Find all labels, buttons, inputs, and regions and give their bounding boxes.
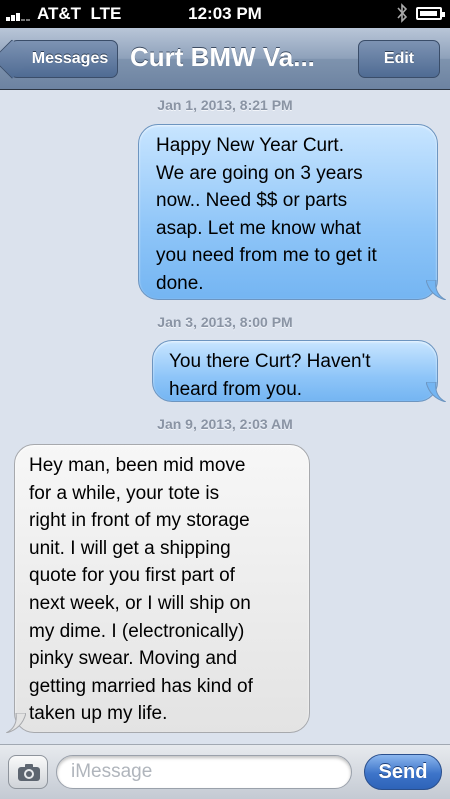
message-line: done. — [156, 272, 204, 294]
message-line: We are going on 3 years — [156, 162, 363, 184]
bluetooth-icon — [397, 3, 408, 23]
camera-icon — [18, 764, 40, 781]
message-line: heard from you. — [169, 378, 303, 400]
status-bar: AT&T LTE 12:03 PM — [0, 0, 450, 28]
edit-button[interactable]: Edit — [358, 40, 440, 78]
message-timestamp: Jan 3, 2013, 8:00 PM — [157, 314, 293, 330]
message-line: for a while, your tote is — [29, 482, 220, 504]
message-line: you need from me to get it — [156, 245, 377, 267]
message-timestamp: Jan 1, 2013, 8:21 PM — [157, 97, 293, 113]
battery-icon — [416, 7, 445, 20]
message-line: pinky swear. Moving and — [29, 648, 238, 670]
camera-button[interactable] — [8, 755, 48, 789]
message-line: You there Curt? Haven't — [169, 351, 371, 372]
sent-message-bubble[interactable]: You there Curt? Haven't heard from you. — [152, 340, 446, 402]
message-line: right in front of my storage — [29, 510, 250, 532]
sent-message-bubble[interactable]: Happy New Year Curt. We are going on 3 y… — [138, 124, 446, 300]
back-button-label: Messages — [31, 50, 109, 67]
send-button[interactable]: Send — [364, 754, 442, 790]
message-line: my dime. I (electronically) — [29, 620, 245, 642]
navigation-bar: Messages Curt BMW Va... Edit — [0, 28, 450, 90]
message-composer: iMessage Send — [0, 744, 450, 799]
message-timestamp: Jan 9, 2013, 2:03 AM — [157, 416, 293, 432]
message-line: asap. Let me know what — [156, 217, 361, 239]
received-message-bubble[interactable]: Hey man, been mid move for a while, your… — [6, 444, 310, 733]
message-line: next week, or I will ship on — [29, 592, 251, 614]
message-line: Happy New Year Curt. — [156, 135, 344, 156]
message-line: taken up my life. — [29, 703, 168, 725]
message-line: unit. I will get a shipping — [29, 537, 231, 559]
bubble-tail — [426, 382, 446, 402]
bubble-tail — [6, 713, 26, 733]
message-line: quote for you first part of — [29, 565, 235, 587]
status-time: 12:03 PM — [188, 4, 262, 23]
message-line: Hey man, been mid move — [29, 455, 246, 476]
conversation-title: Curt BMW Va... — [130, 42, 315, 72]
message-line: getting married has kind of — [29, 675, 253, 697]
messages-back-button[interactable]: Messages — [10, 40, 118, 78]
bubble-tail — [426, 280, 446, 300]
message-line: now.. Need $$ or parts — [156, 190, 348, 212]
imessage-input[interactable]: iMessage — [56, 755, 352, 789]
